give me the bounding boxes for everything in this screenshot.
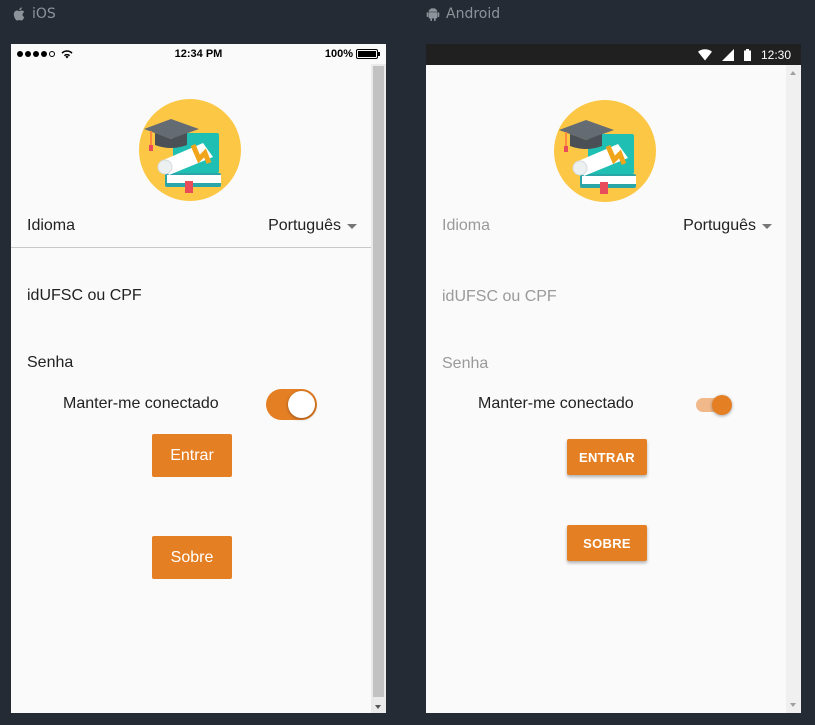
language-label: Idioma (27, 217, 76, 234)
password-field[interactable]: Senha (27, 354, 73, 372)
scroll-up-arrow-icon[interactable] (790, 71, 796, 75)
dropdown-caret-icon (347, 223, 357, 229)
user-id-field[interactable]: idUFSC ou CPF (442, 288, 557, 306)
language-value: Português (683, 217, 756, 234)
scroll-down-arrow-icon[interactable] (375, 705, 381, 709)
keep-connected-label: Manter-me conectado (63, 395, 219, 412)
ios-platform-label: iOS (12, 6, 56, 22)
password-field[interactable]: Senha (442, 355, 488, 373)
android-icon (426, 7, 440, 21)
dropdown-caret-icon (762, 223, 772, 229)
keep-connected-toggle[interactable] (696, 395, 732, 415)
language-value: Português (268, 217, 341, 234)
ios-platform-text: iOS (32, 6, 56, 22)
user-id-field[interactable]: idUFSC ou CPF (27, 287, 142, 305)
graduation-books-logo (554, 100, 656, 202)
android-platform-label: Android (426, 6, 500, 22)
about-button[interactable]: SOBRE (567, 525, 647, 561)
android-scrollbar[interactable] (786, 65, 801, 713)
keep-connected-toggle[interactable] (266, 389, 317, 420)
language-dropdown[interactable]: Português (268, 217, 357, 235)
android-platform-text: Android (446, 6, 501, 22)
apple-icon (13, 7, 25, 21)
android-device-screen: 12:30 Idioma Português idUFSC ou CPF Sen… (426, 44, 801, 713)
scroll-down-arrow-icon[interactable] (790, 703, 796, 707)
ios-device-screen: 12:34 PM 100% Idioma Português idUFSC ou… (11, 44, 386, 713)
ios-scrollbar[interactable] (371, 64, 386, 713)
keep-connected-label: Manter-me conectado (478, 395, 634, 412)
login-button[interactable]: ENTRAR (567, 439, 647, 475)
about-button[interactable]: Sobre (152, 536, 232, 579)
graduation-books-logo (139, 99, 241, 201)
scrollbar-thumb[interactable] (373, 66, 384, 697)
toggle-knob (288, 391, 315, 418)
toggle-thumb (712, 395, 732, 415)
login-button[interactable]: Entrar (152, 434, 232, 477)
language-label: Idioma (442, 217, 491, 234)
language-dropdown[interactable]: Português (683, 217, 772, 235)
language-divider (11, 247, 371, 248)
